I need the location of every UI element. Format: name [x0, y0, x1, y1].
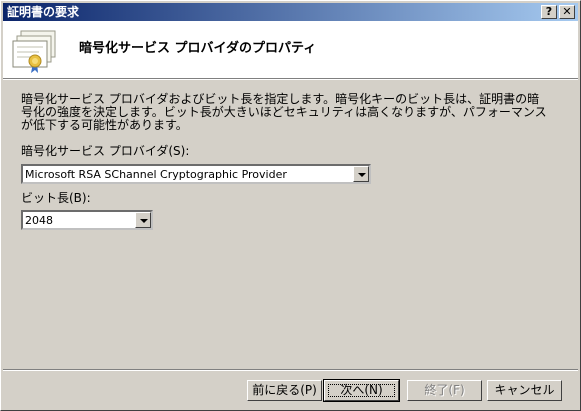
- window-title: 証明書の要求: [7, 5, 80, 19]
- csp-value: Microsoft RSA SChannel Cryptographic Pro…: [25, 168, 287, 181]
- back-button[interactable]: 前に戻る(P): [247, 380, 322, 401]
- cancel-button[interactable]: キャンセル: [487, 380, 562, 401]
- csp-label: 暗号化サービス プロバイダ(S):: [21, 144, 190, 158]
- finish-button[interactable]: 終了(F): [407, 380, 482, 401]
- focus-rect: [328, 384, 395, 397]
- dialog-window: 証明書の要求 ? ✕ 暗号化サービス プロバイダのプロパティ 暗号化サービス プ…: [0, 0, 581, 411]
- help-button[interactable]: ?: [541, 5, 557, 19]
- bitlen-value: 2048: [25, 214, 53, 227]
- description-text: 暗号化サービス プロバイダおよびビット長を指定します。暗号化キーのビット長は、証…: [21, 92, 547, 132]
- page-title: 暗号化サービス プロバイダのプロパティ: [79, 41, 317, 56]
- header-divider: [3, 78, 578, 80]
- chevron-down-icon[interactable]: [135, 212, 151, 228]
- bitlen-dropdown[interactable]: 2048: [21, 210, 153, 230]
- bitlen-label: ビット長(B):: [21, 191, 91, 205]
- close-icon: ✕: [562, 5, 572, 18]
- wizard-header: 暗号化サービス プロバイダのプロパティ: [3, 21, 578, 78]
- next-button[interactable]: 次へ(N): [323, 379, 400, 402]
- csp-dropdown[interactable]: Microsoft RSA SChannel Cryptographic Pro…: [21, 164, 371, 184]
- title-bar[interactable]: 証明書の要求 ? ✕: [3, 3, 578, 21]
- footer-divider: [3, 369, 578, 371]
- certificate-icon: [12, 30, 56, 73]
- close-button[interactable]: ✕: [559, 5, 575, 19]
- help-icon: ?: [545, 5, 553, 18]
- chevron-down-icon[interactable]: [353, 166, 369, 182]
